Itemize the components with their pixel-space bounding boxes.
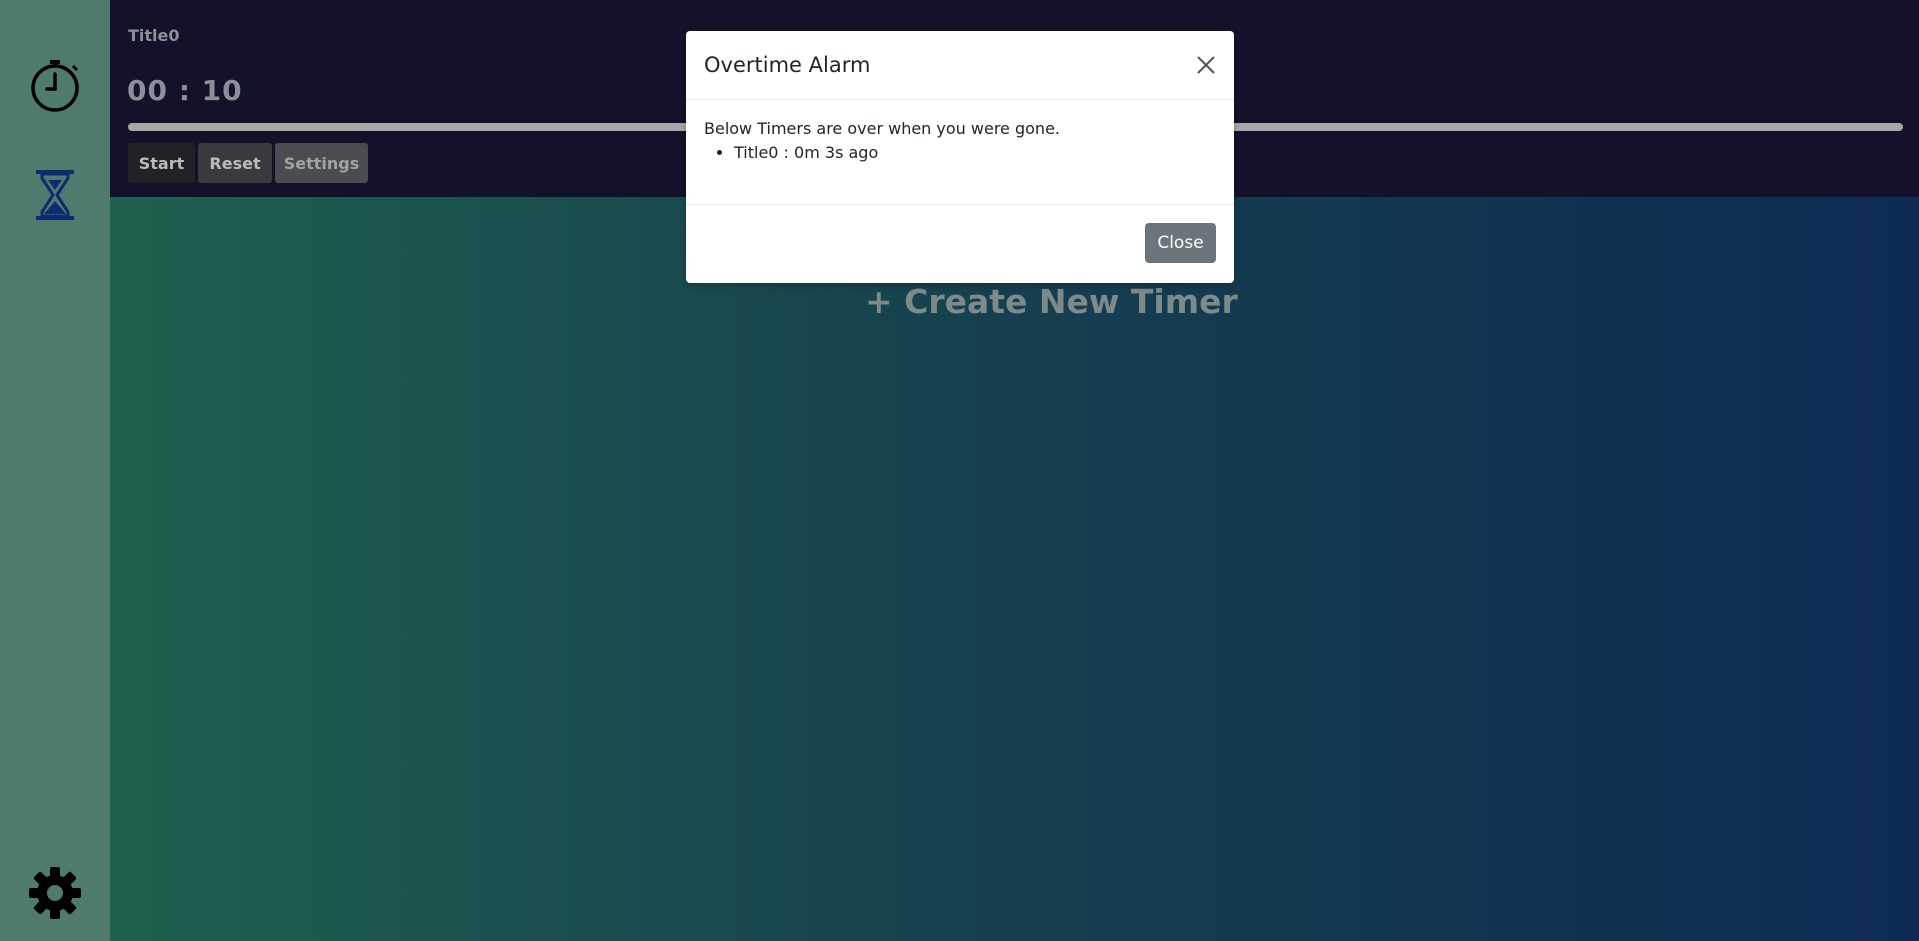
modal-title: Overtime Alarm — [704, 53, 871, 77]
close-button[interactable]: Close — [1145, 223, 1216, 263]
app-root: Title0 00 : 10 Start Reset Settings + Cr… — [0, 0, 1919, 941]
settings-button[interactable]: Settings — [275, 143, 368, 183]
modal-message: Below Timers are over when you were gone… — [704, 119, 1060, 138]
list-item: Title0 : 0m 3s ago — [734, 142, 1216, 164]
hourglass-icon[interactable] — [25, 165, 85, 225]
create-new-timer-button[interactable]: + Create New Timer — [865, 282, 1238, 321]
modal-footer: Close — [686, 204, 1234, 283]
timer-title: Title0 — [128, 26, 180, 45]
overtime-alarm-modal: Overtime Alarm Below Timers are over whe… — [686, 31, 1234, 283]
overtime-list: Title0 : 0m 3s ago — [704, 142, 1216, 164]
reset-button[interactable]: Reset — [198, 143, 272, 183]
modal-header: Overtime Alarm — [686, 31, 1234, 100]
timer-time: 00 : 10 — [127, 74, 243, 107]
close-icon[interactable] — [1194, 53, 1218, 77]
modal-body: Below Timers are over when you were gone… — [704, 119, 1216, 164]
start-button[interactable]: Start — [128, 143, 195, 183]
gear-icon[interactable] — [25, 863, 85, 923]
sidebar — [0, 0, 110, 941]
stopwatch-icon[interactable] — [25, 55, 85, 115]
